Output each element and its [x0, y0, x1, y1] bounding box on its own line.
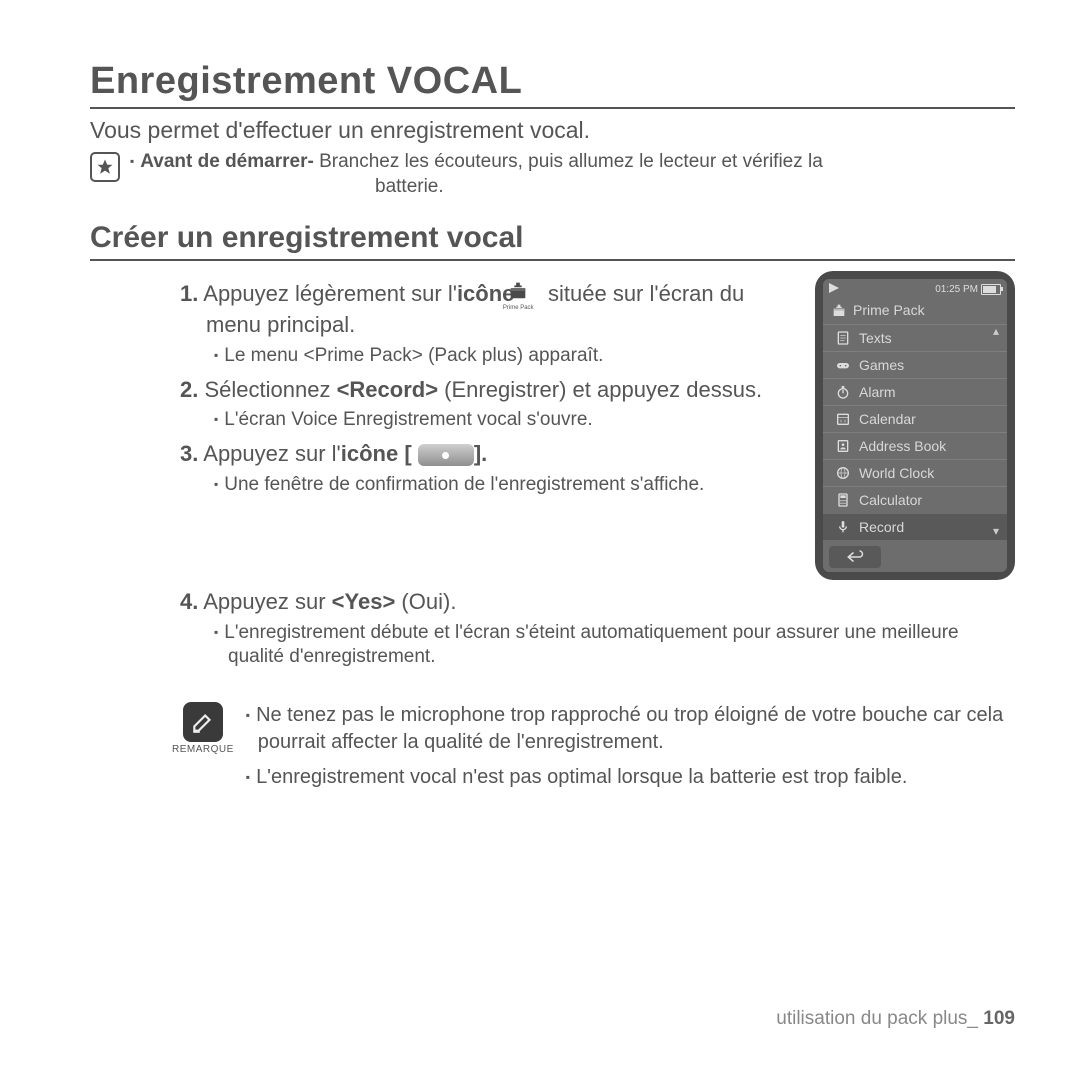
- intro-text: Vous permet d'effectuer un enregistremen…: [90, 117, 1015, 144]
- page-title: Enregistrement VOCAL: [90, 60, 1015, 109]
- play-icon: [829, 283, 839, 296]
- back-button[interactable]: [829, 546, 881, 568]
- menu-record[interactable]: Record: [823, 513, 1007, 540]
- gamepad-icon: [835, 357, 851, 373]
- calendar-icon: [835, 411, 851, 427]
- address-book-icon: [835, 438, 851, 454]
- remark-2: L'enregistrement vocal n'est pas optimal…: [246, 764, 1015, 791]
- back-icon: [846, 550, 864, 564]
- remark-label: REMARQUE: [172, 744, 234, 755]
- remark-1: Ne tenez pas le microphone trop rapproch…: [246, 702, 1015, 756]
- remark-block: REMARQUE Ne tenez pas le microphone trop…: [90, 702, 1015, 799]
- menu-calculator[interactable]: Calculator: [823, 486, 1007, 513]
- menu-alarm[interactable]: Alarm: [823, 378, 1007, 405]
- step-2-sub: L'écran Voice Enregistrement vocal s'ouv…: [90, 408, 795, 432]
- before-start-row: Avant de démarrer- Branchez les écouteur…: [90, 150, 1015, 199]
- device-mock: 01:25 PM Prime Pack ▴ Texts: [815, 271, 1015, 580]
- scroll-down-icon: ▾: [993, 526, 1003, 536]
- note-icon: [183, 702, 223, 742]
- before-start-text: Avant de démarrer- Branchez les écouteur…: [130, 150, 823, 199]
- step-1-sub: Le menu <Prime Pack> (Pack plus) apparaî…: [90, 344, 795, 368]
- record-button-icon: [418, 444, 474, 466]
- menu-games[interactable]: Games: [823, 351, 1007, 378]
- menu-calendar[interactable]: Calendar: [823, 405, 1007, 432]
- status-bar: 01:25 PM: [823, 279, 1007, 300]
- status-time: 01:25 PM: [935, 284, 978, 295]
- step-3-sub: Une fenêtre de confirmation de l'enregis…: [90, 473, 795, 497]
- menu-address[interactable]: Address Book: [823, 432, 1007, 459]
- calculator-icon: [835, 492, 851, 508]
- scroll-up-icon: ▴: [993, 326, 1003, 336]
- step-4: 4. Appuyez sur <Yes> (Oui).: [90, 588, 1015, 617]
- texts-icon: [835, 330, 851, 346]
- prime-pack-icon: Prime Pack: [525, 279, 538, 311]
- menu-texts[interactable]: Texts: [823, 324, 1007, 351]
- step-2: 2. Sélectionnez <Record> (Enregistrer) e…: [90, 376, 795, 405]
- step-3: 3. Appuyez sur l'icône [ ].: [90, 440, 795, 469]
- star-icon: [90, 152, 120, 182]
- gift-icon: [831, 302, 847, 318]
- screen-title: Prime Pack: [823, 300, 1007, 324]
- battery-icon: [981, 284, 1001, 295]
- page-footer: utilisation du pack plus_ 109: [776, 1008, 1015, 1030]
- section-title: Créer un enregistrement vocal: [90, 221, 1015, 261]
- mic-icon: [835, 519, 851, 535]
- menu-world-clock[interactable]: World Clock: [823, 459, 1007, 486]
- step-4-sub: L'enregistrement débute et l'écran s'éte…: [90, 621, 1015, 669]
- globe-icon: [835, 465, 851, 481]
- step-1: 1. Appuyez légèrement sur l'icône Prime …: [90, 279, 795, 340]
- stopwatch-icon: [835, 384, 851, 400]
